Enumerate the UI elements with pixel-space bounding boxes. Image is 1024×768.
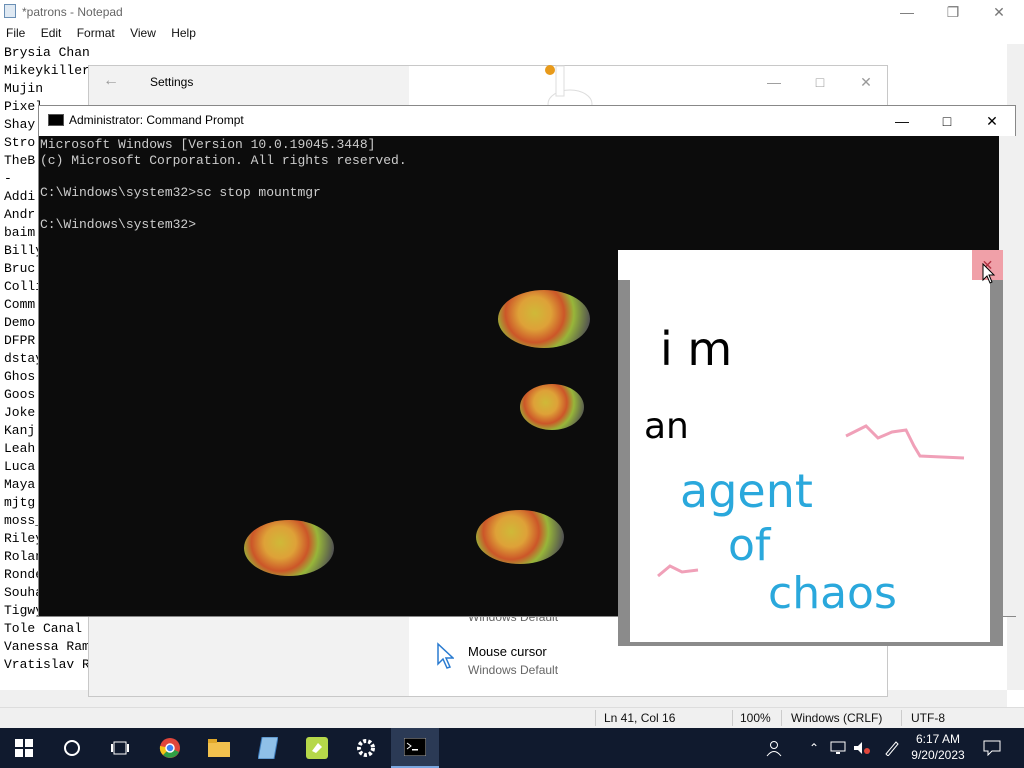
cmd-line: C:\Windows\system32>	[40, 217, 197, 232]
leaf-pile	[476, 510, 564, 564]
cortana-icon[interactable]	[48, 728, 96, 768]
notepad-icon	[4, 4, 16, 18]
chevron-up-icon[interactable]: ⌃	[800, 728, 828, 768]
people-icon[interactable]	[756, 728, 796, 768]
cmd-line: (c) Microsoft Corporation. All rights re…	[40, 153, 407, 168]
volume-muted-icon[interactable]	[850, 728, 874, 768]
settings-item-mouse-cursor-value: Windows Default	[468, 663, 559, 677]
cmd-maximize-button[interactable]: □	[924, 109, 970, 133]
settings-minimize-button[interactable]: —	[751, 70, 797, 94]
menu-edit[interactable]: Edit	[35, 24, 68, 42]
cmd-line	[40, 201, 1000, 217]
menu-format[interactable]: Format	[71, 24, 121, 42]
start-icon[interactable]	[0, 728, 48, 768]
maximize-button[interactable]: ❐	[930, 0, 976, 24]
task-view-icon[interactable]	[96, 728, 144, 768]
scribble-marks	[657, 424, 965, 578]
status-zoom: 100%	[740, 711, 771, 725]
status-position: Ln 41, Col 16	[604, 711, 676, 725]
network-icon[interactable]	[826, 728, 850, 768]
leaf-pile	[498, 290, 590, 348]
clock-date: 9/20/2023	[911, 748, 965, 762]
chrome-icon[interactable]	[146, 728, 194, 768]
drawing-note-window: ✕ i m an agent of chaos	[618, 250, 1003, 646]
notification-icon[interactable]	[972, 728, 1012, 768]
settings-close-button[interactable]: ✕	[843, 70, 889, 94]
status-encoding: UTF-8	[911, 711, 945, 725]
menu-file[interactable]: File	[0, 24, 31, 42]
notepad-title: *patrons - Notepad	[22, 5, 123, 19]
notepad-titlebar: *patrons - Notepad — ❐ ✕	[0, 0, 1024, 24]
clock-time: 6:17 AM	[915, 732, 961, 746]
clock[interactable]: 6:17 AM 9/20/2023	[908, 731, 968, 763]
back-arrow-icon[interactable]: ←	[103, 72, 119, 90]
mouse-pointer-icon	[982, 263, 996, 284]
cmd-title: Administrator: Command Prompt	[69, 113, 244, 127]
cmd-line: C:\Windows\system32>sc stop mountmgr	[40, 185, 321, 200]
note-header	[618, 250, 1003, 280]
status-eol: Windows (CRLF)	[791, 711, 883, 725]
settings-maximize-button[interactable]: □	[797, 70, 843, 94]
status-bar: Ln 41, Col 16 100% Windows (CRLF) UTF-8	[0, 707, 1024, 728]
notepad-line: Brysia Chan	[4, 45, 90, 60]
cmd-titlebar: Administrator: Command Prompt — □ ✕	[39, 106, 1015, 136]
cmd-minimize-button[interactable]: —	[879, 109, 925, 133]
pen-icon[interactable]	[878, 728, 906, 768]
close-button[interactable]: ✕	[976, 0, 1022, 24]
notepad-menubar: File Edit Format View Help	[0, 24, 1024, 44]
notepad-app-icon[interactable]	[244, 728, 292, 768]
goose-icon[interactable]	[293, 728, 341, 768]
settings-title: Settings	[150, 75, 194, 89]
mouse-cursor-icon	[437, 642, 454, 669]
leaf-pile	[244, 520, 334, 576]
menu-view[interactable]: View	[124, 24, 162, 42]
cmd-close-button[interactable]: ✕	[969, 109, 1015, 133]
cmd-line: Microsoft Windows [Version 10.0.19045.34…	[40, 137, 376, 152]
leaf-pile	[520, 384, 584, 430]
settings-item-mouse-cursor[interactable]: Mouse cursor	[468, 644, 547, 659]
minimize-button[interactable]: —	[884, 0, 930, 24]
cmd-window-icon	[48, 114, 64, 126]
note-canvas: i m an agent of chaos	[630, 280, 990, 642]
cmd-line	[40, 169, 1000, 185]
settings-gear-icon[interactable]	[342, 728, 390, 768]
file-explorer-icon[interactable]	[195, 728, 243, 768]
cmd-icon[interactable]	[391, 728, 439, 768]
taskbar: ⌃ 6:17 AM 9/20/2023	[0, 728, 1024, 768]
menu-help[interactable]: Help	[165, 24, 202, 42]
